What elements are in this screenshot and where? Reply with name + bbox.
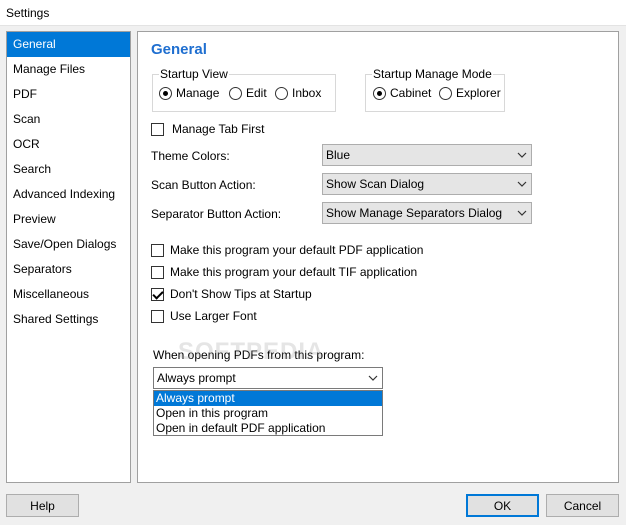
settings-panel: General Startup View Manage Edit Inbox S… (137, 31, 619, 483)
radio-startup-manage[interactable]: Manage (159, 86, 219, 100)
chevron-down-icon (513, 174, 531, 194)
sidebar-item-save-open-dialogs[interactable]: Save/Open Dialogs (7, 232, 130, 257)
radio-indicator[interactable] (275, 86, 288, 100)
dropdown-option-open-in-default-pdf[interactable]: Open in default PDF application (154, 421, 382, 436)
radio-label: Inbox (292, 86, 322, 100)
sidebar-item-manage-files[interactable]: Manage Files (7, 57, 130, 82)
sidebar-item-general[interactable]: General (7, 32, 130, 57)
checkbox-label: Use Larger Font (170, 309, 257, 323)
radio-label: Manage (176, 86, 220, 100)
sidebar-item-advanced-indexing[interactable]: Advanced Indexing (7, 182, 130, 207)
theme-colors-select[interactable]: Blue (322, 144, 532, 166)
chevron-down-icon (513, 145, 531, 165)
checkbox-indicator[interactable] (151, 265, 164, 279)
checkbox-indicator[interactable] (151, 309, 164, 323)
radio-label: Explorer (456, 86, 501, 100)
separator-button-action-label: Separator Button Action: (151, 207, 282, 221)
separator-button-action-value: Show Manage Separators Dialog (326, 206, 503, 220)
theme-colors-value: Blue (326, 148, 351, 162)
radio-mode-explorer[interactable]: Explorer (439, 86, 501, 100)
dropdown-option-always-prompt[interactable]: Always prompt (154, 391, 382, 406)
radio-label: Cabinet (390, 86, 432, 100)
checkbox-label: Manage Tab First (172, 122, 265, 136)
checkbox-indicator[interactable] (151, 243, 164, 257)
sidebar-item-ocr[interactable]: OCR (7, 132, 130, 157)
dropdown-option-open-in-this-program[interactable]: Open in this program (154, 406, 382, 421)
window-title: Settings (6, 6, 50, 20)
title-bar: Settings (0, 0, 626, 26)
theme-colors-label: Theme Colors: (151, 149, 230, 163)
sidebar-item-preview[interactable]: Preview (7, 207, 130, 232)
pdf-open-select[interactable]: Always prompt (153, 367, 383, 389)
scan-button-action-label: Scan Button Action: (151, 178, 256, 192)
sidebar-item-pdf[interactable]: PDF (7, 82, 130, 107)
startup-manage-mode-group: Startup Manage Mode Cabinet Explorer (365, 67, 505, 112)
radio-label: Edit (246, 86, 267, 100)
help-button[interactable]: Help (6, 494, 79, 517)
manage-tab-first-checkbox[interactable]: Manage Tab First (151, 122, 265, 136)
scan-button-action-select[interactable]: Show Scan Dialog (322, 173, 532, 195)
chevron-down-icon (513, 203, 531, 223)
pdf-open-options-list[interactable]: Always prompt Open in this program Open … (153, 390, 383, 436)
use-larger-font-checkbox[interactable]: Use Larger Font (151, 309, 257, 323)
startup-manage-mode-label: Startup Manage Mode (372, 67, 493, 81)
sidebar-item-separators[interactable]: Separators (7, 257, 130, 282)
radio-indicator[interactable] (439, 86, 452, 100)
settings-category-list[interactable]: General Manage Files PDF Scan OCR Search… (6, 31, 131, 483)
separator-button-action-select[interactable]: Show Manage Separators Dialog (322, 202, 532, 224)
radio-indicator[interactable] (373, 86, 386, 100)
sidebar-item-scan[interactable]: Scan (7, 107, 130, 132)
checkbox-label: Make this program your default PDF appli… (170, 243, 424, 257)
ok-button[interactable]: OK (466, 494, 539, 517)
sidebar-item-miscellaneous[interactable]: Miscellaneous (7, 282, 130, 307)
radio-mode-cabinet[interactable]: Cabinet (373, 86, 431, 100)
checkbox-indicator[interactable] (151, 287, 164, 301)
startup-view-label: Startup View (159, 67, 229, 81)
default-pdf-checkbox[interactable]: Make this program your default PDF appli… (151, 243, 423, 257)
radio-indicator[interactable] (159, 86, 172, 100)
watermark-logo: SOFTPEDIA (178, 338, 325, 365)
panel-title: General (151, 41, 207, 58)
radio-startup-inbox[interactable]: Inbox (275, 86, 321, 100)
scan-button-action-value: Show Scan Dialog (326, 177, 425, 191)
sidebar-item-search[interactable]: Search (7, 157, 130, 182)
pdf-open-value: Always prompt (157, 371, 236, 385)
sidebar-item-shared-settings[interactable]: Shared Settings (7, 307, 130, 332)
dont-show-tips-checkbox[interactable]: Don't Show Tips at Startup (151, 287, 312, 301)
startup-view-group: Startup View Manage Edit Inbox (152, 67, 336, 112)
radio-indicator[interactable] (229, 86, 242, 100)
radio-startup-edit[interactable]: Edit (229, 86, 267, 100)
checkbox-indicator[interactable] (151, 122, 164, 136)
checkbox-label: Don't Show Tips at Startup (170, 287, 312, 301)
cancel-button[interactable]: Cancel (546, 494, 619, 517)
default-tif-checkbox[interactable]: Make this program your default TIF appli… (151, 265, 417, 279)
checkbox-label: Make this program your default TIF appli… (170, 265, 418, 279)
chevron-down-icon (364, 368, 382, 388)
